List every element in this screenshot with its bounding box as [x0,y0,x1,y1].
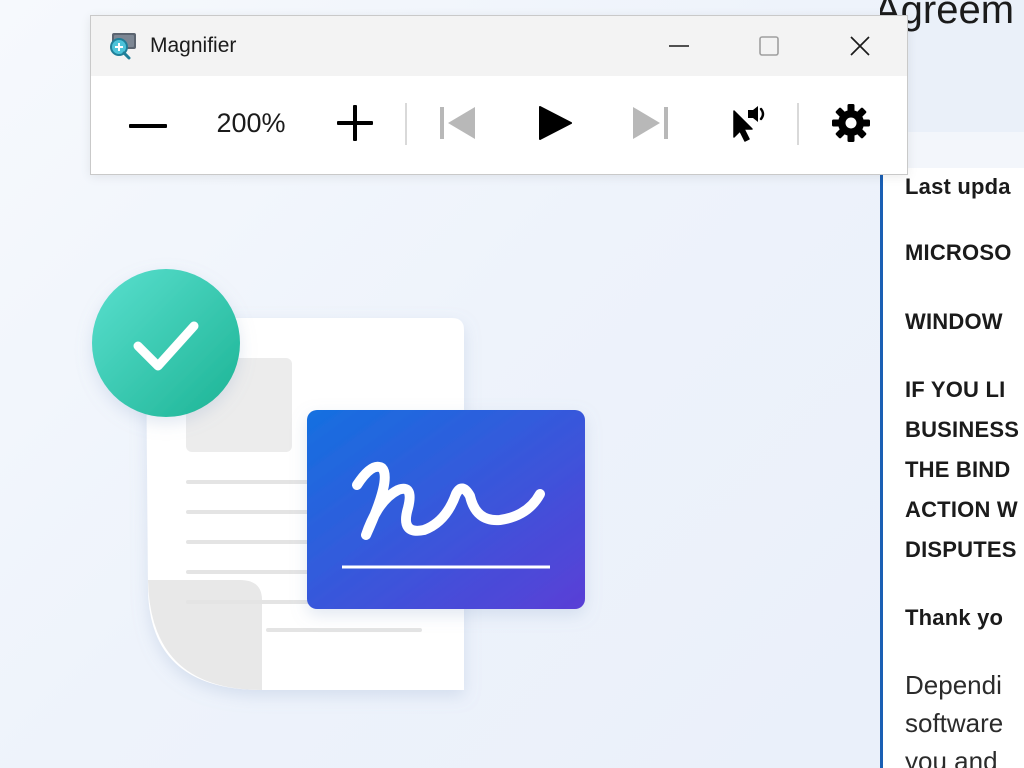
skip-next-icon [631,105,669,146]
close-icon [849,35,871,57]
plus-icon [337,104,373,146]
read-from-pointer-icon [728,103,768,148]
checkmark-badge-icon [92,269,240,417]
license-paragraph-line-3: you and [905,746,998,768]
magnifier-titlebar[interactable]: Magnifier [91,16,907,76]
license-arbitration-line-4: ACTION W [905,497,1018,522]
close-button[interactable] [815,16,905,76]
next-sentence-button[interactable] [622,102,678,148]
license-heading-microsoft: MICROSO [905,240,1012,265]
toolbar-separator [405,103,407,145]
previous-sentence-button[interactable] [430,102,486,148]
license-paragraph-line-2: software [905,708,1004,738]
zoom-out-button[interactable] [120,102,176,148]
window-title: Magnifier [150,34,237,57]
skip-previous-icon [439,105,477,146]
license-arbitration-line-1: IF YOU LI [905,377,1006,402]
minimize-icon [668,35,690,57]
play-icon [537,105,573,146]
license-last-updated: Last upda [905,174,1011,199]
license-paragraph-line-1: Dependi [905,670,1002,700]
license-text-area[interactable]: Last upda MICROSO WINDOW IF YOU LI BUSIN… [880,168,1024,768]
maximize-icon [758,35,780,57]
license-heading-windows: WINDOW [905,309,1003,334]
license-arbitration-line-5: DISPUTES [905,537,1017,562]
license-thank-you: Thank yo [905,605,1004,630]
read-from-pointer-button[interactable] [720,102,776,148]
minus-icon [129,116,167,134]
play-button[interactable] [527,102,583,148]
maximize-button[interactable] [724,16,814,76]
magnifier-toolbar: 200% [91,76,907,174]
zoom-level-display: 200% [216,108,286,138]
settings-button[interactable] [823,102,879,148]
toolbar-separator [797,103,799,145]
magnifier-app-icon [108,31,136,61]
gear-icon [831,103,871,148]
license-arbitration-line-2: BUSINESS [905,417,1020,442]
minimize-button[interactable] [634,16,724,76]
zoom-in-button[interactable] [327,102,383,148]
magnifier-window[interactable]: Magnifier 200% [90,15,908,175]
license-arbitration-line-3: THE BIND [905,457,1011,482]
